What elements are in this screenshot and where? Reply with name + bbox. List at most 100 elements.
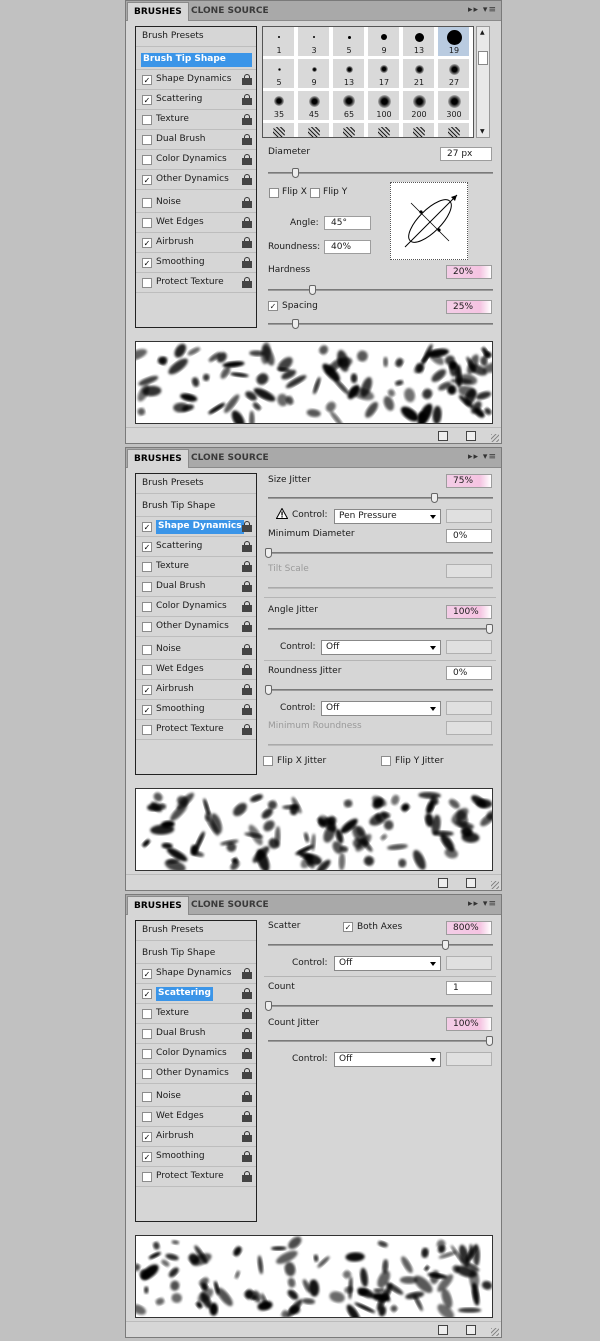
checkbox-shape-dynamics[interactable]: ✓: [142, 75, 152, 85]
checkbox-shape-dynamics[interactable]: ✓: [142, 522, 152, 532]
tab-brushes[interactable]: BRUSHES: [127, 896, 189, 915]
scroll-down-icon[interactable]: ▼: [480, 128, 485, 135]
lock-icon[interactable]: [242, 174, 252, 185]
list-item-protect-texture[interactable]: Protect Texture: [136, 720, 256, 740]
checkbox-texture[interactable]: [142, 562, 152, 572]
trash-icon[interactable]: [466, 431, 476, 441]
scatter-control-select[interactable]: Off: [334, 956, 441, 971]
list-item-color-dynamics[interactable]: Color Dynamics: [136, 1044, 256, 1064]
checkbox-protect-texture[interactable]: [142, 725, 152, 735]
list-item-shape-dynamics[interactable]: ✓ Shape Dynamics: [136, 517, 256, 537]
checkbox-wet-edges[interactable]: [142, 218, 152, 228]
checkbox-airbrush[interactable]: ✓: [142, 238, 152, 248]
angle-roundness-widget[interactable]: [390, 182, 468, 260]
brush-tip-cell[interactable]: 1: [263, 27, 295, 57]
angle-jitter-slider[interactable]: [268, 624, 493, 634]
lock-icon[interactable]: [242, 257, 252, 268]
count-jitter-slider-knob[interactable]: [486, 1036, 493, 1046]
resize-grip-icon[interactable]: [491, 1328, 499, 1336]
brush-tip-cell[interactable]: [403, 123, 435, 137]
lock-icon[interactable]: [242, 1008, 252, 1019]
diameter-slider[interactable]: [268, 168, 493, 178]
diameter-slider-knob[interactable]: [291, 168, 299, 178]
brush-tip-cell[interactable]: 100: [368, 91, 400, 121]
list-item-protect-texture[interactable]: Protect Texture: [136, 1167, 256, 1187]
panel-menu-icon[interactable]: ▸▸ ▾≡: [468, 899, 497, 909]
spacing-checkbox[interactable]: ✓: [268, 301, 278, 311]
flip-x-checkbox[interactable]: [269, 188, 279, 198]
scatter-field[interactable]: 800%: [446, 921, 492, 935]
brush-tip-grid[interactable]: 1 3 5 9 13 19 5 9 13 17 21 27 35 45 65 100 200 300: [262, 26, 474, 138]
lock-icon[interactable]: [242, 1111, 252, 1122]
list-item-brush-tip-shape[interactable]: Brush Tip Shape: [136, 497, 256, 517]
checkbox-dual-brush[interactable]: [142, 582, 152, 592]
brush-tip-cell[interactable]: 5: [263, 59, 295, 89]
lock-icon[interactable]: [242, 1068, 252, 1079]
new-brush-icon[interactable]: [438, 1325, 448, 1335]
checkbox-color-dynamics[interactable]: [142, 1049, 152, 1059]
spacing-field[interactable]: 25%: [446, 300, 492, 314]
lock-icon[interactable]: [242, 277, 252, 288]
brush-tip-cell[interactable]: [438, 123, 470, 137]
scroll-up-icon[interactable]: ▲: [480, 29, 485, 36]
checkbox-noise[interactable]: [142, 645, 152, 655]
angle-field[interactable]: 45°: [324, 216, 371, 230]
list-item-texture[interactable]: Texture: [136, 1004, 256, 1024]
lock-icon[interactable]: [242, 1028, 252, 1039]
list-item-smoothing[interactable]: ✓ Smoothing: [136, 700, 256, 720]
brush-tip-cell[interactable]: 45: [298, 91, 330, 121]
lock-icon[interactable]: [242, 968, 252, 979]
brush-tip-cell[interactable]: [368, 123, 400, 137]
lock-icon[interactable]: [242, 988, 252, 999]
size-jitter-field[interactable]: 75%: [446, 474, 492, 488]
both-axes-checkbox[interactable]: ✓: [343, 922, 353, 932]
min-diameter-slider-knob[interactable]: [265, 548, 272, 558]
lock-icon[interactable]: [242, 197, 252, 208]
roundness-control-select[interactable]: Off: [321, 701, 441, 716]
lock-icon[interactable]: [242, 1048, 252, 1059]
brush-tip-cell[interactable]: 13: [333, 59, 365, 89]
brush-tip-cell[interactable]: 13: [403, 27, 435, 57]
brush-tip-cell[interactable]: 9: [368, 27, 400, 57]
list-item-wet-edges[interactable]: Wet Edges: [136, 660, 256, 680]
panel-menu-icon[interactable]: ▸▸ ▾≡: [468, 452, 497, 462]
list-item-scattering[interactable]: ✓ Scattering: [136, 537, 256, 557]
roundness-field[interactable]: 40%: [324, 240, 371, 254]
checkbox-smoothing[interactable]: ✓: [142, 705, 152, 715]
count-slider-knob[interactable]: [265, 1001, 272, 1011]
lock-icon[interactable]: [242, 1131, 252, 1142]
new-brush-icon[interactable]: [438, 878, 448, 888]
list-item-airbrush[interactable]: ✓ Airbrush: [136, 680, 256, 700]
list-item-noise[interactable]: Noise: [136, 193, 256, 213]
checkbox-texture[interactable]: [142, 115, 152, 125]
lock-icon[interactable]: [242, 114, 252, 125]
list-item-brush-presets[interactable]: Brush Presets: [136, 27, 256, 47]
min-diameter-field[interactable]: 0%: [446, 529, 492, 543]
lock-icon[interactable]: [242, 521, 252, 532]
checkbox-wet-edges[interactable]: [142, 665, 152, 675]
list-item-airbrush[interactable]: ✓ Airbrush: [136, 1127, 256, 1147]
checkbox-dual-brush[interactable]: [142, 1029, 152, 1039]
scatter-slider[interactable]: [268, 940, 493, 950]
lock-icon[interactable]: [242, 154, 252, 165]
list-item-shape-dynamics[interactable]: ✓ Shape Dynamics: [136, 70, 256, 90]
checkbox-protect-texture[interactable]: [142, 278, 152, 288]
list-item-airbrush[interactable]: ✓ Airbrush: [136, 233, 256, 253]
tab-clone-source[interactable]: CLONE SOURCE: [185, 2, 275, 21]
checkbox-wet-edges[interactable]: [142, 1112, 152, 1122]
flip-y-jitter-checkbox[interactable]: [381, 756, 391, 766]
lock-icon[interactable]: [242, 1091, 252, 1102]
checkbox-scattering[interactable]: ✓: [142, 989, 152, 999]
list-item-other-dynamics[interactable]: Other Dynamics: [136, 1064, 256, 1084]
brush-tip-cell[interactable]: 5: [333, 27, 365, 57]
list-item-color-dynamics[interactable]: Color Dynamics: [136, 597, 256, 617]
size-jitter-slider-knob[interactable]: [430, 493, 438, 503]
lock-icon[interactable]: [242, 94, 252, 105]
lock-icon[interactable]: [242, 237, 252, 248]
checkbox-other-dynamics[interactable]: ✓: [142, 175, 152, 185]
checkbox-dual-brush[interactable]: [142, 135, 152, 145]
lock-icon[interactable]: [242, 581, 252, 592]
checkbox-smoothing[interactable]: ✓: [142, 1152, 152, 1162]
scroll-thumb[interactable]: [478, 51, 488, 65]
lock-icon[interactable]: [242, 684, 252, 695]
